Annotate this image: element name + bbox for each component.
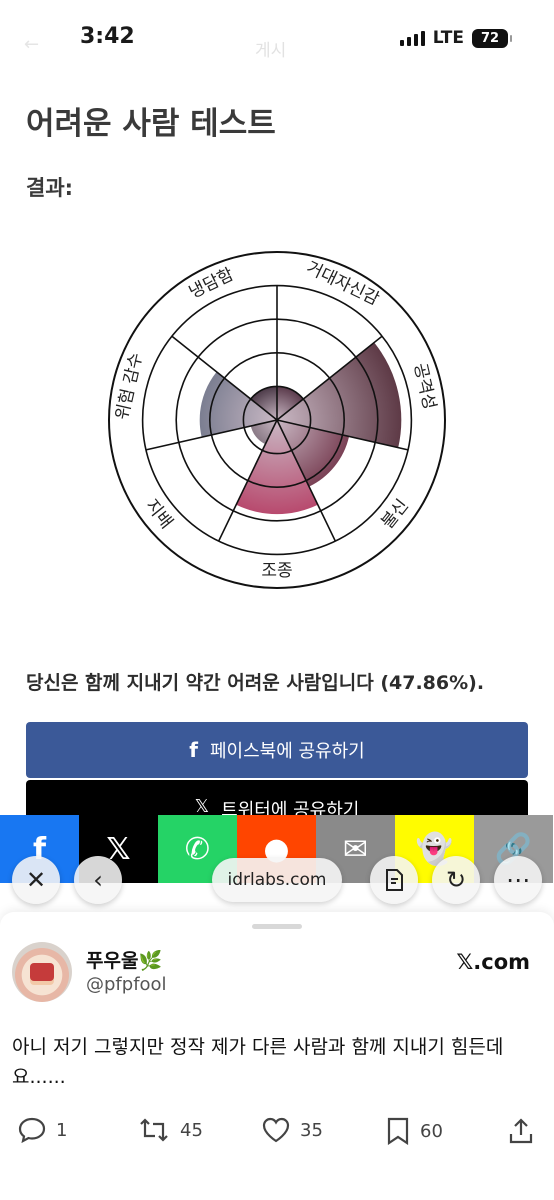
- chart-label: 조종: [261, 561, 292, 581]
- user-name[interactable]: 푸우울🌿: [86, 946, 162, 973]
- bookmark-icon: [387, 1117, 409, 1145]
- retweet-button[interactable]: 45: [138, 1117, 203, 1143]
- like-button[interactable]: 35: [262, 1117, 323, 1143]
- sheet-grabber[interactable]: [252, 924, 302, 929]
- chevron-left-icon: ‹: [93, 866, 103, 894]
- result-label: 결과:: [26, 176, 74, 200]
- like-count: 35: [300, 1119, 323, 1141]
- faint-page-title: 게시: [255, 41, 287, 61]
- battery-icon: 72: [472, 28, 512, 48]
- bookmark-button[interactable]: 60: [386, 1117, 443, 1145]
- page-title: 어려운 사람 테스트: [26, 106, 276, 142]
- tweet-actions: 1 45 35 60: [0, 1117, 554, 1149]
- back-button[interactable]: ‹: [74, 856, 122, 904]
- chart-label: 위험 감수: [112, 351, 147, 422]
- status-bar: 3:42 ← 게시 LTE 72: [0, 0, 554, 80]
- share-icon: [509, 1118, 533, 1144]
- close-button[interactable]: ✕: [12, 856, 60, 904]
- retweet-icon: [140, 1118, 168, 1142]
- page-icon: [386, 869, 403, 891]
- chart-label: 공격성: [409, 361, 439, 411]
- source-label[interactable]: 𝕏.com: [456, 950, 530, 974]
- more-button[interactable]: ⋯: [494, 856, 542, 904]
- chart-label: 냉담함: [186, 264, 237, 303]
- user-handle[interactable]: @pfpfool: [86, 974, 167, 995]
- bookmark-count: 60: [420, 1120, 443, 1142]
- reload-button[interactable]: ↻: [432, 856, 480, 904]
- result-summary: 당신은 함께 지내기 약간 어려운 사람입니다 (47.86%).: [26, 672, 485, 694]
- browser-toolbar: ✕ ‹ idrlabs.com ↻ ⋯: [0, 852, 554, 914]
- facebook-icon: f: [189, 738, 198, 762]
- reload-icon: ↻: [445, 866, 467, 894]
- facebook-share-label: 페이스북에 공유하기: [209, 741, 365, 762]
- x-icon: 𝕏: [194, 796, 210, 817]
- heart-icon: [262, 1117, 290, 1143]
- network-label: LTE: [432, 28, 464, 48]
- battery-level: 72: [480, 30, 500, 46]
- reply-icon: [18, 1117, 46, 1143]
- avatar[interactable]: [12, 942, 72, 1002]
- url-bar[interactable]: idrlabs.com: [212, 858, 342, 902]
- reply-button[interactable]: 1: [18, 1117, 67, 1143]
- url-text: idrlabs.com: [227, 870, 327, 890]
- status-time: 3:42: [80, 24, 135, 49]
- share-button[interactable]: [508, 1117, 534, 1145]
- polar-chart: 거대자신감공격성불신조종지배위험 감수냉담함: [108, 251, 446, 589]
- back-arrow-icon: ←: [24, 34, 40, 55]
- signal-icon: [399, 30, 425, 46]
- tweet-text: 아니 저기 그렇지만 정작 제가 다른 사람과 함께 지내기 힘든데요.....…: [12, 1036, 504, 1088]
- facebook-share-button[interactable]: f 페이스북에 공유하기: [26, 722, 528, 778]
- tweet-sheet: 푸우울🌿 @pfpfool 𝕏.com 아니 저기 그렇지만 정작 제가 다른 …: [0, 912, 554, 1200]
- close-icon: ✕: [25, 866, 47, 894]
- cake-icon: [30, 963, 54, 981]
- reader-button[interactable]: [370, 856, 418, 904]
- more-icon: ⋯: [506, 866, 530, 894]
- retweet-count: 45: [180, 1119, 203, 1141]
- leaf-icon: 🌿: [138, 950, 163, 972]
- reply-count: 1: [56, 1119, 68, 1141]
